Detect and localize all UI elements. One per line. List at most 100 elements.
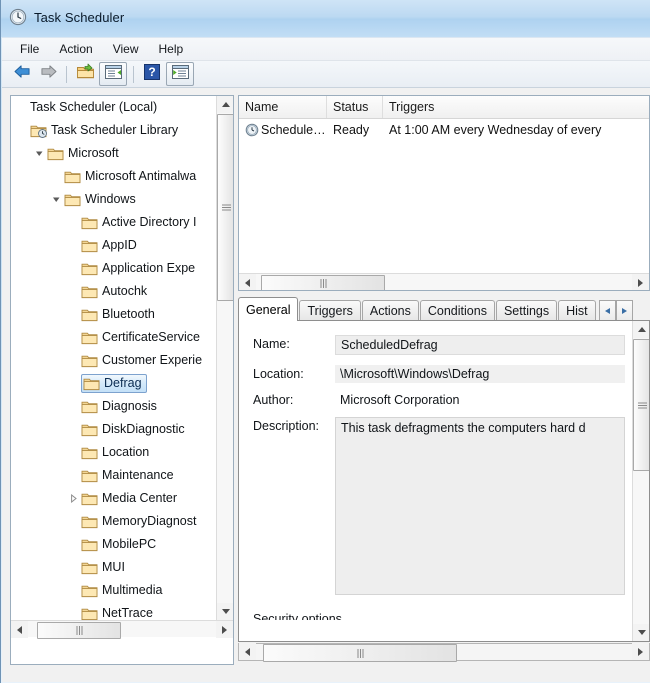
chevron-right-icon	[622, 308, 627, 314]
grip-icon	[320, 279, 327, 288]
folder-icon	[81, 262, 98, 276]
column-header-status[interactable]: Status	[327, 96, 383, 118]
tab-actions[interactable]: Actions	[362, 300, 419, 321]
column-header-name[interactable]: Name	[239, 96, 327, 118]
tree-hscroll-thumb[interactable]	[37, 622, 121, 639]
tree-scroll-up-button[interactable]	[217, 96, 234, 113]
expander-placeholder	[15, 119, 30, 142]
security-options-heading: Security options	[253, 612, 453, 620]
detail-horizontal-scrollbar[interactable]	[238, 643, 650, 661]
detail-scroll-up-button[interactable]	[633, 321, 650, 338]
detail-scroll-thumb[interactable]	[633, 339, 650, 471]
tree-vertical-scrollbar[interactable]	[216, 96, 233, 620]
tree-item-application-expe[interactable]: Application Expe	[11, 257, 217, 280]
folder-icon	[83, 377, 100, 391]
detail-scroll-right-button[interactable]	[632, 643, 649, 660]
location-value: \Microsoft\Windows\Defrag	[335, 365, 625, 383]
name-field[interactable]: ScheduledDefrag	[335, 335, 625, 355]
tree-item-customer-experie[interactable]: Customer Experie	[11, 349, 217, 372]
chevron-right-icon	[638, 279, 643, 287]
menu-help[interactable]: Help	[150, 40, 193, 58]
tree-item-defrag[interactable]: Defrag	[11, 372, 217, 395]
task-list-horizontal-scrollbar[interactable]	[239, 273, 649, 290]
tree-item-label: Active Directory I	[102, 216, 196, 229]
title-bar[interactable]: Task Scheduler	[1, 0, 650, 37]
folder-icon	[81, 538, 98, 552]
grip-icon	[222, 204, 231, 211]
tree-item-content: Diagnosis	[81, 400, 157, 414]
column-header-triggers[interactable]: Triggers	[383, 96, 649, 118]
task-triggers-cell: At 1:00 AM every Wednesday of every	[383, 123, 649, 137]
tree-item-active-directory-i[interactable]: Active Directory I	[11, 211, 217, 234]
help-button[interactable]: ?	[140, 63, 164, 85]
detail-hscroll-thumb[interactable]	[263, 644, 457, 662]
show-hide-console-tree-button[interactable]	[99, 62, 127, 86]
tree-item-microsoft-antimalwa[interactable]: Microsoft Antimalwa	[11, 165, 217, 188]
toolbar-separator-2	[133, 66, 134, 83]
expander-expanded-icon[interactable]	[49, 188, 64, 211]
tree-item-content: Application Expe	[81, 262, 195, 276]
back-button[interactable]	[10, 63, 34, 85]
menu-action[interactable]: Action	[50, 40, 101, 58]
tab-settings[interactable]: Settings	[496, 300, 557, 321]
grip-icon	[76, 626, 83, 635]
tree-item-memorydiagnost[interactable]: MemoryDiagnost	[11, 510, 217, 533]
tree-item-task-scheduler-library[interactable]: Task Scheduler Library	[11, 119, 217, 142]
tree-item-certificateservice[interactable]: CertificateService	[11, 326, 217, 349]
chevron-right-icon	[638, 648, 643, 656]
tree-item-label: MUI	[102, 561, 125, 574]
tab-general[interactable]: General	[238, 297, 298, 321]
tree-item-windows[interactable]: Windows	[11, 188, 217, 211]
tree-item-label: Media Center	[102, 492, 177, 505]
tree-item-label: Defrag	[104, 377, 142, 390]
show-hide-action-pane-button[interactable]	[166, 62, 194, 86]
tree-item-autochk[interactable]: Autochk	[11, 280, 217, 303]
tree-item-media-center[interactable]: Media Center	[11, 487, 217, 510]
tree-scroll-right-button[interactable]	[216, 621, 233, 638]
tree-item-appid[interactable]: AppID	[11, 234, 217, 257]
tree-item-bluetooth[interactable]: Bluetooth	[11, 303, 217, 326]
up-one-level-button[interactable]	[73, 63, 97, 85]
expander-expanded-icon[interactable]	[32, 142, 47, 165]
detail-scroll-down-button[interactable]	[633, 624, 650, 641]
tree-item-maintenance[interactable]: Maintenance	[11, 464, 217, 487]
menu-view[interactable]: View	[104, 40, 148, 58]
tree-item-label: Customer Experie	[102, 354, 202, 367]
task-list-hscroll-thumb[interactable]	[261, 275, 385, 291]
table-row[interactable]: Schedule… Ready At 1:00 AM every Wednesd…	[239, 119, 650, 140]
tab-scroll-right-button[interactable]	[616, 300, 633, 321]
menu-file[interactable]: File	[11, 40, 48, 58]
tree-horizontal-scrollbar[interactable]	[11, 620, 233, 637]
tab-triggers[interactable]: Triggers	[299, 300, 360, 321]
tree-item-microsoft[interactable]: Microsoft	[11, 142, 217, 165]
tree-item-multimedia[interactable]: Multimedia	[11, 579, 217, 602]
tree-scroll-down-button[interactable]	[217, 603, 234, 620]
tree-item-mui[interactable]: MUI	[11, 556, 217, 579]
description-field[interactable]: This task defragments the computers hard…	[335, 417, 625, 595]
tree-item-nettrace[interactable]: NetTrace	[11, 602, 217, 620]
task-list-scroll-right-button[interactable]	[632, 274, 649, 291]
tree-scroll-left-button[interactable]	[11, 621, 28, 638]
detail-vertical-scrollbar[interactable]	[632, 321, 649, 641]
tree-item-label: Microsoft Antimalwa	[85, 170, 196, 183]
tree-item-diagnosis[interactable]: Diagnosis	[11, 395, 217, 418]
tab-scroll-left-button[interactable]	[599, 300, 616, 321]
expander-collapsed-icon[interactable]	[66, 487, 81, 510]
tree-item-content: NetTrace	[81, 607, 153, 621]
tree-scroll-thumb[interactable]	[217, 114, 234, 301]
tree-item-mobilepc[interactable]: MobilePC	[11, 533, 217, 556]
clock-icon	[9, 8, 27, 26]
folder-icon	[81, 584, 98, 598]
tree-item-task-scheduler-local[interactable]: Task Scheduler (Local)	[11, 96, 217, 119]
client-area: File Action View Help	[2, 37, 650, 682]
tab-history[interactable]: Hist	[558, 300, 596, 321]
tab-conditions[interactable]: Conditions	[420, 300, 495, 321]
tree-item-diskdiagnostic[interactable]: DiskDiagnostic	[11, 418, 217, 441]
forward-button[interactable]	[36, 63, 60, 85]
tree-item-location[interactable]: Location	[11, 441, 217, 464]
tree-scroll-area: Task Scheduler (Local)Task Scheduler Lib…	[11, 96, 217, 620]
detail-scroll-left-button[interactable]	[239, 643, 256, 660]
task-list-scroll-left-button[interactable]	[239, 274, 256, 291]
task-list-header: Name Status Triggers	[239, 96, 650, 119]
toolbar-separator-1	[66, 66, 67, 83]
